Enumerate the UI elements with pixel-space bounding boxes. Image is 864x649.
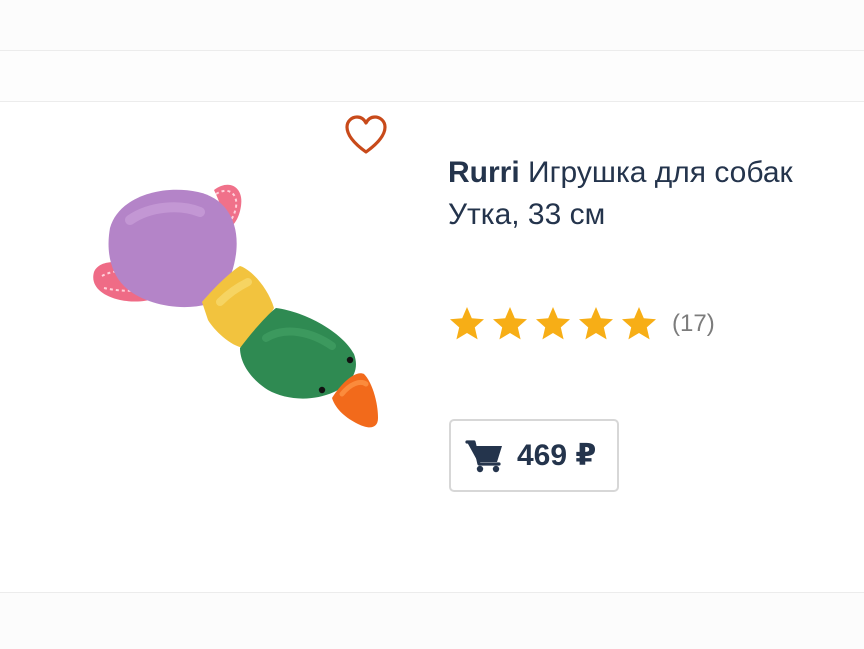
product-price: 469 ₽ <box>517 439 597 472</box>
previous-card-strip <box>0 0 864 51</box>
next-card-strip <box>0 592 864 649</box>
star-icon <box>579 307 613 340</box>
product-rating[interactable]: (17) <box>448 301 715 347</box>
product-image[interactable] <box>80 162 400 442</box>
product-brand: Rurri <box>448 156 520 189</box>
toy-eye <box>318 386 326 394</box>
toy-eye <box>346 356 354 364</box>
heart-outline-icon[interactable] <box>343 114 389 156</box>
product-title[interactable]: Rurri Игрушка для собак Утка, 33 см <box>448 152 808 236</box>
star-icon <box>493 307 527 340</box>
star-icon <box>622 307 656 340</box>
star-icon <box>450 307 484 340</box>
review-count[interactable]: (17) <box>672 310 715 338</box>
previous-card-strip-lower <box>0 51 864 102</box>
shopping-cart-icon <box>465 439 502 472</box>
product-card[interactable]: Rurri Игрушка для собак Утка, 33 см (17)… <box>0 102 864 592</box>
add-to-cart-button[interactable]: 469 ₽ <box>449 419 619 492</box>
star-icon <box>536 307 570 340</box>
